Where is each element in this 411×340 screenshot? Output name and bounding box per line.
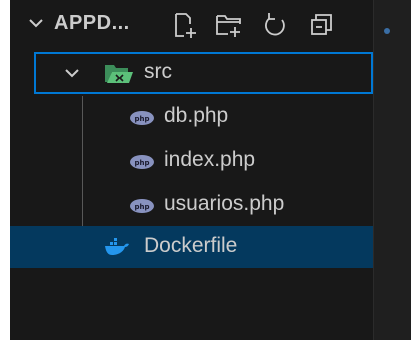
file-label: usuarios.php: [164, 192, 285, 215]
explorer-panel: APPD... src php db.php php index.php php…: [10, 0, 373, 340]
chevron-down-icon[interactable]: [26, 12, 46, 34]
file-label: index.php: [164, 148, 256, 171]
php-icon: php: [130, 155, 154, 169]
vscode-window: APPD... src php db.php php index.php php…: [10, 0, 411, 340]
new-folder-icon[interactable]: [214, 10, 244, 40]
workspace-title[interactable]: APPD...: [54, 12, 130, 35]
folder-label-src: src: [144, 60, 172, 83]
php-icon: php: [130, 111, 154, 125]
refresh-icon[interactable]: [260, 10, 290, 40]
editor-indicator: [384, 28, 390, 34]
svg-text:php: php: [134, 203, 149, 211]
php-icon: php: [130, 199, 154, 213]
collapse-all-icon[interactable]: [306, 10, 336, 40]
chevron-down-icon[interactable]: [62, 63, 82, 83]
folder-open-icon: [105, 65, 133, 83]
file-label: db.php: [164, 104, 229, 127]
tree-folder-src[interactable]: [34, 52, 373, 94]
svg-text:php: php: [134, 115, 149, 123]
svg-text:php: php: [134, 159, 149, 167]
explorer-header[interactable]: APPD...: [10, 0, 373, 48]
new-file-icon[interactable]: [170, 10, 200, 40]
docker-icon: [105, 238, 129, 255]
editor-area: [373, 0, 411, 340]
file-label: Dockerfile: [144, 234, 238, 257]
